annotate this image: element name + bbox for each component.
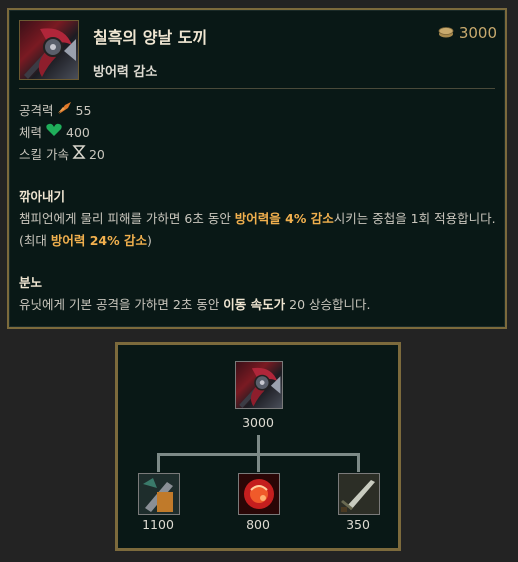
- passive-fervor: 분노 유닛에게 기본 공격을 가하면 2초 동안 이동 속도가 20 상승합니다…: [19, 272, 497, 316]
- passive-text: 유닛에게 기본 공격을 가하면 2초 동안: [19, 297, 224, 312]
- item-name: 칠흑의 양날 도끼: [93, 28, 208, 47]
- stat-ability-haste: 스킬 가속 20: [19, 144, 105, 166]
- phage-icon[interactable]: [138, 473, 180, 515]
- item-cost-value: 3000: [458, 24, 497, 42]
- passive-carve: 깎아내기 챔피언에게 물리 피해를 가하면 6초 동안 방어력을 4% 감소시키…: [19, 186, 497, 252]
- passive-text: 20 상승합니다.: [285, 297, 371, 312]
- tree-connector: [257, 453, 260, 472]
- passive-highlight: 방어력 24% 감소: [50, 233, 147, 248]
- stat-label: 공격력: [19, 103, 54, 118]
- long-sword-icon[interactable]: [338, 473, 380, 515]
- gold-coin-icon: [438, 24, 454, 42]
- recipe-component-cost: 1100: [142, 517, 174, 532]
- tree-connector: [257, 435, 260, 455]
- stat-value: 400: [66, 125, 90, 140]
- passive-text: ): [146, 233, 152, 248]
- passive-highlight: 방어력을 4% 감소: [234, 211, 334, 226]
- recipe-component-cost: 350: [346, 517, 370, 532]
- passive-title: 분노: [19, 275, 43, 290]
- passive-description: 유닛에게 기본 공격을 가하면 2초 동안 이동 속도가 20 상승합니다.: [19, 294, 497, 316]
- black-cleaver-icon[interactable]: [235, 361, 283, 409]
- recipe-tree: 3000 1100 800 350: [115, 342, 401, 551]
- stat-health: 체력 400: [19, 122, 105, 144]
- recipe-root-cost: 3000: [242, 415, 274, 430]
- stat-label: 체력: [19, 125, 43, 140]
- ability-haste-icon: [72, 144, 86, 166]
- item-cost: 3000: [438, 24, 497, 42]
- black-cleaver-icon: [19, 20, 79, 80]
- tree-connector: [157, 453, 160, 472]
- passive-title: 깎아내기: [19, 189, 66, 204]
- stat-value: 55: [75, 103, 92, 118]
- stat-label: 스킬 가속: [19, 147, 69, 162]
- passive-text: 챔피언에게 물리 피해를 가하면 6초 동안: [19, 211, 235, 226]
- tree-connector: [357, 453, 360, 472]
- item-tooltip: 칠흑의 양날 도끼 3000 방어력 감소 공격력 55 체력 400 스킬 가…: [7, 8, 507, 329]
- divider: [19, 88, 495, 89]
- ruby-crystal-icon[interactable]: [238, 473, 280, 515]
- item-subtitle: 방어력 감소: [93, 65, 158, 80]
- health-icon: [45, 122, 63, 144]
- passive-highlight: 이동 속도가: [223, 297, 286, 312]
- recipe-component-cost: 800: [246, 517, 270, 532]
- stat-value: 20: [88, 147, 105, 162]
- stats-list: 공격력 55 체력 400 스킬 가속 20: [19, 100, 105, 166]
- passive-description: 챔피언에게 물리 피해를 가하면 6초 동안 방어력을 4% 감소시키는 중첩을…: [19, 208, 497, 252]
- attack-damage-icon: [57, 100, 73, 122]
- stat-attack-damage: 공격력 55: [19, 100, 105, 122]
